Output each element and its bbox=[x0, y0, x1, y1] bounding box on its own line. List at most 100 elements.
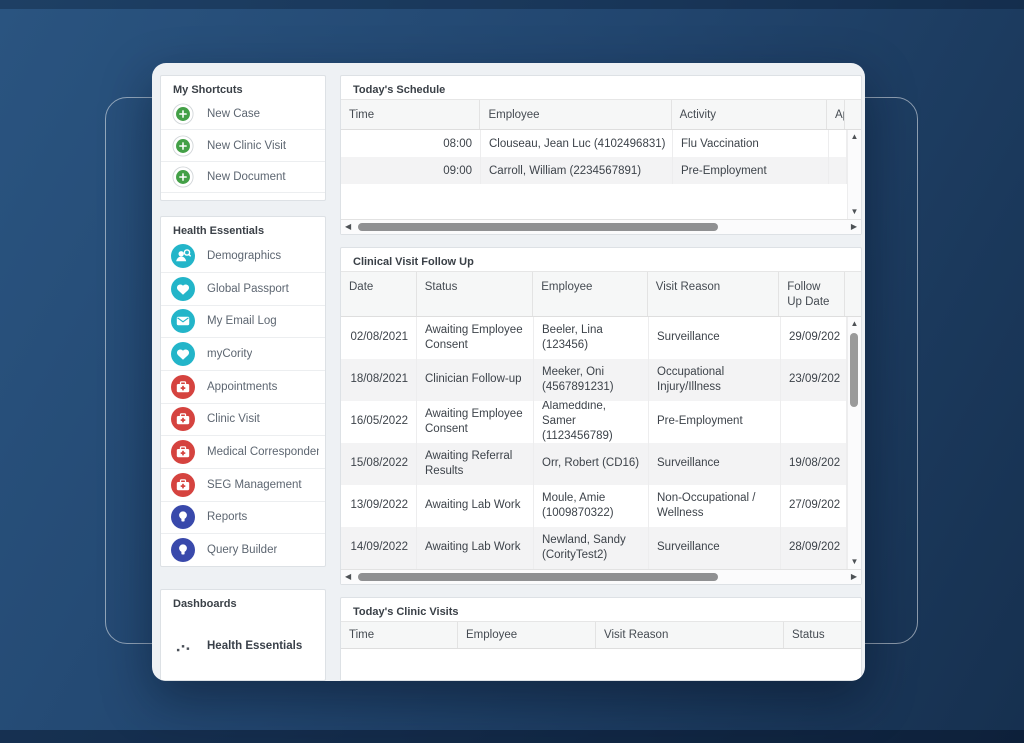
cell-status: Awaiting Referral Results bbox=[417, 443, 534, 485]
horizontal-scroll-thumb[interactable] bbox=[358, 223, 718, 231]
table-row[interactable]: 16/05/2022 Awaiting Employee Consent Ala… bbox=[341, 401, 861, 443]
person-search-icon bbox=[171, 244, 195, 268]
cell-status: Awaiting Employee Consent bbox=[417, 317, 534, 359]
follow-up-table: Date Status Employee Visit Reason Follow… bbox=[341, 271, 861, 584]
heart-icon bbox=[171, 342, 195, 366]
table-row[interactable]: 15/08/2022 Awaiting Referral Results Orr… bbox=[341, 443, 861, 485]
dashboard-item-health-essentials[interactable]: Health Essentials bbox=[161, 613, 325, 680]
cell-activity: Flu Vaccination bbox=[673, 130, 829, 157]
table-row[interactable]: 09:00 Carroll, William (2234567891) Pre-… bbox=[341, 157, 861, 184]
sidebar-item-label: Appointments bbox=[207, 381, 277, 393]
top-edge-strip bbox=[0, 0, 1024, 9]
cell-follow-up-date bbox=[781, 401, 847, 443]
sidebar-item-demographics[interactable]: Demographics bbox=[161, 240, 325, 272]
my-shortcuts-title: My Shortcuts bbox=[161, 76, 325, 99]
shortcut-new-case[interactable]: New Case bbox=[161, 99, 325, 129]
scroll-up-icon[interactable]: ▲ bbox=[851, 133, 859, 141]
lightbulb-icon bbox=[171, 538, 195, 562]
vertical-scrollbar[interactable]: ▲ ▼ bbox=[847, 130, 861, 219]
lightbulb-icon bbox=[171, 505, 195, 529]
scroll-left-icon[interactable]: ◀ bbox=[345, 223, 351, 231]
sidebar-item-label: SEG Management bbox=[207, 479, 302, 491]
my-shortcuts-list: New Case New Clinic Visit New Document bbox=[161, 99, 325, 192]
column-header-visit-reason: Visit Reason bbox=[596, 622, 784, 648]
my-shortcuts-panel: My Shortcuts New Case New Clinic Visit N… bbox=[160, 75, 326, 201]
cell-time: 08:00 bbox=[341, 130, 481, 157]
table-row[interactable]: 14/09/2022 Awaiting Lab Work Newland, Sa… bbox=[341, 527, 861, 569]
column-header-employee: Employee bbox=[480, 100, 671, 129]
bottom-edge-strip bbox=[0, 730, 1024, 743]
shortcut-new-document[interactable]: New Document bbox=[161, 161, 325, 192]
cell-employee: Clouseau, Jean Luc (4102496831) bbox=[481, 130, 673, 157]
cell-follow-up-date: 23/09/202 bbox=[781, 359, 847, 401]
clinical-visit-follow-up-panel: Clinical Visit Follow Up Date Status Emp… bbox=[340, 247, 862, 585]
cell-employee: Meeker, Oni (4567891231) bbox=[534, 359, 649, 401]
horizontal-scrollbar[interactable]: ◀ ▶ bbox=[341, 219, 861, 234]
scroll-right-icon[interactable]: ▶ bbox=[851, 223, 857, 231]
column-header-status: Status bbox=[417, 272, 534, 316]
cell-appointment bbox=[829, 157, 847, 184]
column-header-visit-reason: Visit Reason bbox=[648, 272, 779, 316]
sidebar-item-label: Demographics bbox=[207, 250, 281, 262]
column-header-time: Time bbox=[341, 622, 458, 648]
clinical-visit-follow-up-title: Clinical Visit Follow Up bbox=[341, 248, 861, 271]
table-row[interactable]: 08:00 Clouseau, Jean Luc (4102496831) Fl… bbox=[341, 130, 861, 157]
table-row[interactable]: 13/09/2022 Awaiting Lab Work Moule, Amie… bbox=[341, 485, 861, 527]
sidebar-item-appointments[interactable]: Appointments bbox=[161, 370, 325, 403]
sidebar-item-query-builder[interactable]: Query Builder bbox=[161, 533, 325, 566]
chart-icon bbox=[171, 634, 195, 658]
shortcut-label: New Document bbox=[207, 171, 286, 183]
sidebar-item-reports[interactable]: Reports bbox=[161, 501, 325, 534]
sidebar: My Shortcuts New Case New Clinic Visit N… bbox=[160, 75, 326, 681]
cell-visit-reason: Pre-Employment bbox=[649, 401, 781, 443]
cell-follow-up-date: 29/09/202 bbox=[781, 317, 847, 359]
vertical-scroll-thumb[interactable] bbox=[850, 333, 858, 407]
column-header-employee: Employee bbox=[458, 622, 596, 648]
column-header-employee: Employee bbox=[533, 272, 648, 316]
sidebar-item-medical-correspondence[interactable]: Medical Correspondence bbox=[161, 435, 325, 468]
sidebar-item-my-email-log[interactable]: My Email Log bbox=[161, 305, 325, 338]
horizontal-scrollbar[interactable]: ◀ ▶ bbox=[341, 569, 861, 584]
medical-bag-icon bbox=[171, 407, 195, 431]
scroll-right-icon[interactable]: ▶ bbox=[851, 573, 857, 581]
todays-schedule-title: Today's Schedule bbox=[341, 76, 861, 99]
cell-visit-reason: Surveillance bbox=[649, 317, 781, 359]
sidebar-item-seg-management[interactable]: SEG Management bbox=[161, 468, 325, 501]
cell-employee: Alameddine, Samer (1123456789) bbox=[534, 401, 649, 443]
horizontal-scroll-thumb[interactable] bbox=[358, 573, 718, 581]
column-header-status: Status bbox=[784, 622, 861, 648]
sidebar-item-mycority[interactable]: myCority bbox=[161, 337, 325, 370]
cell-follow-up-date: 28/09/202 bbox=[781, 527, 847, 569]
medical-bag-icon bbox=[171, 440, 195, 464]
table-header-row: Time Employee Visit Reason Status bbox=[341, 622, 861, 649]
table-row[interactable]: 02/08/2021 Awaiting Employee Consent Bee… bbox=[341, 317, 861, 359]
cell-employee: Moule, Amie (1009870322) bbox=[534, 485, 649, 527]
cell-follow-up-date: 27/09/202 bbox=[781, 485, 847, 527]
table-body: 02/08/2021 Awaiting Employee Consent Bee… bbox=[341, 317, 861, 569]
table-row[interactable]: 18/08/2021 Clinician Follow-up Meeker, O… bbox=[341, 359, 861, 401]
scroll-left-icon[interactable]: ◀ bbox=[345, 573, 351, 581]
cell-follow-up-date: 19/08/202 bbox=[781, 443, 847, 485]
cell-date: 18/08/2021 bbox=[341, 359, 417, 401]
table-body bbox=[341, 649, 861, 680]
scroll-down-icon[interactable]: ▼ bbox=[851, 208, 859, 216]
sidebar-item-global-passport[interactable]: Global Passport bbox=[161, 272, 325, 305]
cell-status: Awaiting Lab Work bbox=[417, 527, 534, 569]
sidebar-item-label: My Email Log bbox=[207, 315, 277, 327]
header-gutter bbox=[845, 100, 861, 129]
cell-date: 16/05/2022 bbox=[341, 401, 417, 443]
table-header-row: Date Status Employee Visit Reason Follow… bbox=[341, 272, 861, 317]
shortcut-label: New Case bbox=[207, 108, 260, 120]
scroll-down-icon[interactable]: ▼ bbox=[851, 558, 859, 566]
cell-employee: Beeler, Lina (123456) bbox=[534, 317, 649, 359]
cell-visit-reason: Surveillance bbox=[649, 443, 781, 485]
sidebar-item-label: Global Passport bbox=[207, 283, 289, 295]
sidebar-item-label: myCority bbox=[207, 348, 252, 360]
mail-icon bbox=[171, 309, 195, 333]
health-essentials-panel: Health Essentials Demographics Global Pa… bbox=[160, 216, 326, 567]
sidebar-item-clinic-visit[interactable]: Clinic Visit bbox=[161, 403, 325, 436]
shortcut-new-clinic-visit[interactable]: New Clinic Visit bbox=[161, 129, 325, 160]
cell-activity: Pre-Employment bbox=[673, 157, 829, 184]
cell-status: Awaiting Lab Work bbox=[417, 485, 534, 527]
scroll-up-icon[interactable]: ▲ bbox=[851, 320, 859, 328]
